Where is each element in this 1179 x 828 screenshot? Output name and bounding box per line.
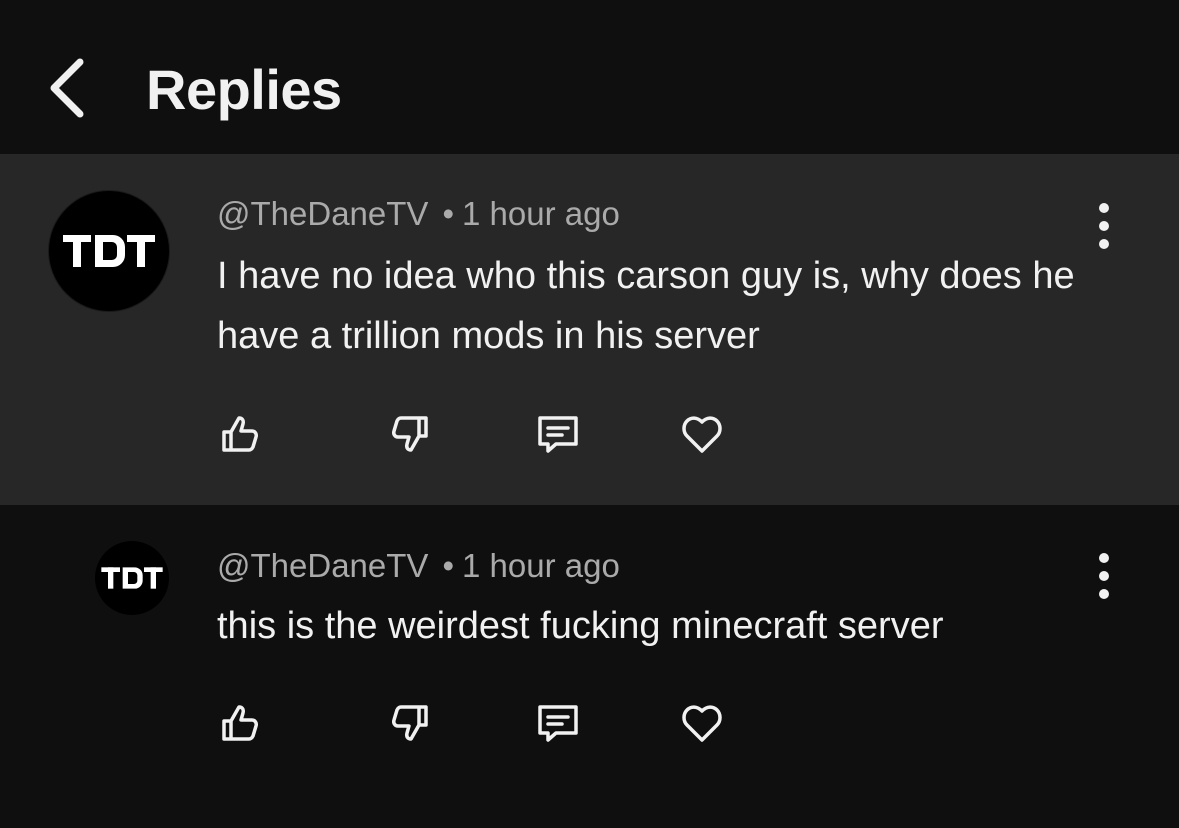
comment-text: I have no idea who this carson guy is, w… [217, 255, 1075, 357]
meta-separator: • [442, 547, 454, 584]
thumbs-down-icon [392, 705, 428, 741]
comment-author[interactable]: @TheDaneTV [217, 195, 428, 232]
like-button[interactable] [210, 404, 270, 464]
app-header: Replies [0, 0, 1179, 154]
comment-icon [538, 705, 578, 742]
meta-separator: • [442, 195, 454, 232]
heart-icon [682, 705, 722, 742]
comment-meta: @TheDaneTV • 1 hour ago [217, 546, 620, 586]
comment-author[interactable]: @TheDaneTV [217, 547, 428, 584]
comment-actions [210, 404, 750, 464]
comment-icon [538, 416, 578, 453]
channel-logo [101, 567, 163, 589]
heart-button[interactable] [672, 404, 732, 464]
comment-item: @TheDaneTV • 1 hour ago this is the weirde… [0, 505, 1179, 828]
chevron-left-icon [50, 58, 84, 118]
comment-item: @TheDaneTV • 1 hour ago I have no idea who… [0, 154, 1179, 505]
comment-timestamp: 1 hour ago [462, 547, 620, 584]
more-vertical-icon [1099, 203, 1109, 249]
comment-menu-button[interactable] [1080, 196, 1128, 256]
page-title: Replies [146, 58, 342, 121]
comment-text: this is the weirdest fucking minecraft s… [217, 605, 944, 647]
comment-meta: @TheDaneTV • 1 hour ago [217, 194, 620, 234]
thumbs-up-icon [222, 416, 258, 452]
avatar[interactable] [48, 190, 170, 312]
dislike-button[interactable] [380, 693, 440, 753]
reply-button[interactable] [528, 404, 588, 464]
dislike-button[interactable] [380, 404, 440, 464]
comment-actions [210, 693, 750, 753]
heart-icon [682, 416, 722, 453]
comment-timestamp: 1 hour ago [462, 195, 620, 232]
back-button[interactable] [38, 52, 102, 124]
channel-logo [63, 235, 155, 267]
heart-button[interactable] [672, 693, 732, 753]
thumbs-up-icon [222, 705, 258, 741]
like-button[interactable] [210, 693, 270, 753]
more-vertical-icon [1099, 553, 1109, 599]
thumbs-down-icon [392, 416, 428, 452]
avatar[interactable] [95, 541, 169, 615]
comment-menu-button[interactable] [1080, 546, 1128, 606]
reply-button[interactable] [528, 693, 588, 753]
